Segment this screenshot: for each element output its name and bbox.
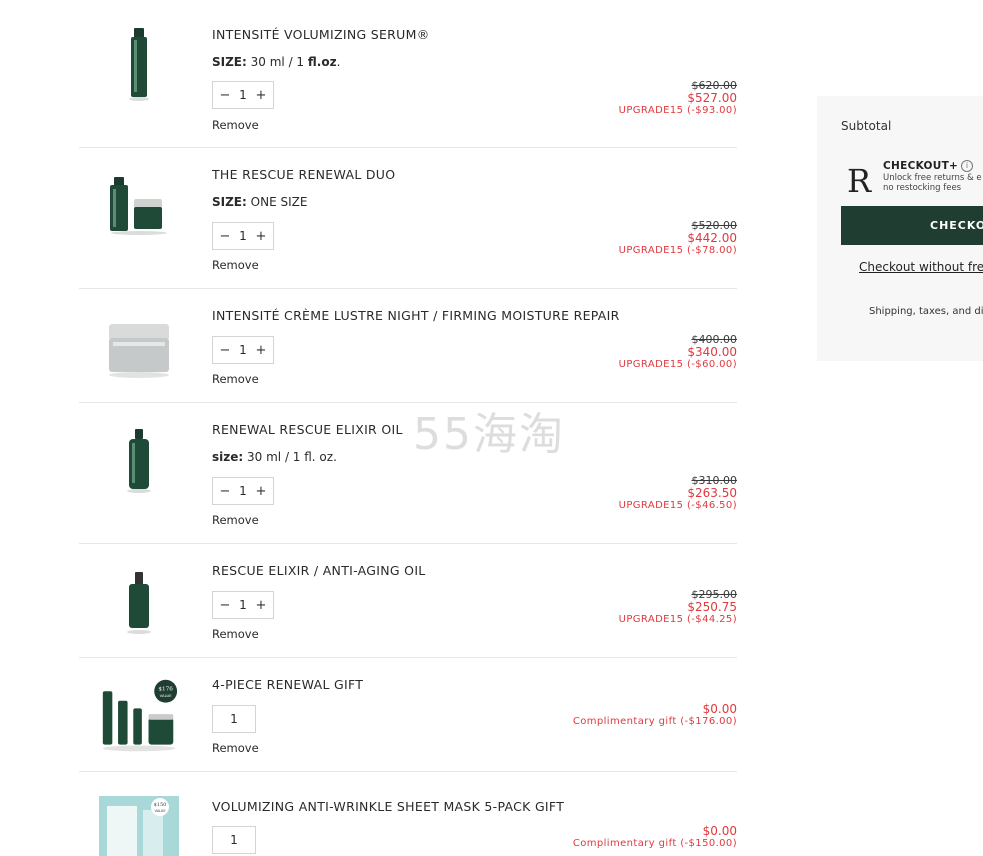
product-image-renewal-rescue-elixir-oil[interactable] xyxy=(99,419,179,499)
order-summary: Subtotal R CHECKOUT+ i Unlock free return… xyxy=(817,96,983,361)
quantity-stepper: − 1 + xyxy=(212,81,274,109)
subtotal-label: Subtotal xyxy=(841,119,892,133)
quantity-stepper: − 1 + xyxy=(212,222,274,250)
increase-quantity-button[interactable]: + xyxy=(255,343,267,358)
complimentary-gift-note: Complimentary gift (-$150.00) xyxy=(572,838,737,849)
product-image-rescue-elixir-anti-aging-oil[interactable] xyxy=(99,561,179,641)
cart-item: INTENSITÉ VOLUMIZING SERUM® SIZE: 30 ml … xyxy=(79,0,737,148)
product-image-4-piece-renewal-gift[interactable]: $176 VALUE xyxy=(99,676,179,756)
gift-value-badge: $150 xyxy=(154,802,167,808)
product-image-creme-lustre-night[interactable] xyxy=(99,307,179,387)
price-block: $295.00 $250.75 UPGRADE15 (-$44.25) xyxy=(619,589,737,626)
cart-item: THE RESCUE RENEWAL DUO SIZE: ONE SIZE − … xyxy=(79,148,737,289)
price-block: $620.00 $527.00 UPGRADE15 (-$93.00) xyxy=(619,80,737,117)
product-image-sheet-mask-gift[interactable]: $150 VALUE xyxy=(99,796,179,856)
increase-quantity-button[interactable]: + xyxy=(255,484,267,499)
product-title[interactable]: VOLUMIZING ANTI-WRINKLE SHEET MASK 5-PAC… xyxy=(212,799,564,814)
checkout-button[interactable]: CHECKO xyxy=(841,206,983,245)
product-title[interactable]: THE RESCUE RENEWAL DUO xyxy=(212,167,395,182)
sale-price: $527.00 xyxy=(687,91,737,105)
remove-link[interactable]: Remove xyxy=(212,513,259,527)
quantity-stepper: − 1 + xyxy=(212,336,274,364)
gift-value-badge: $176 xyxy=(158,686,173,692)
product-image-volumizing-serum[interactable] xyxy=(99,24,179,104)
quantity-value[interactable]: 1 xyxy=(239,598,247,612)
cart-item: $176 VALUE 4-PIECE RENEWAL GIFT 1 Remove… xyxy=(79,658,737,772)
decrease-quantity-button[interactable]: − xyxy=(219,88,231,103)
shipping-note: Shipping, taxes, and di xyxy=(869,306,983,317)
gift-value-badge-label: VALUE xyxy=(154,809,165,813)
discount-code: UPGRADE15 (-$93.00) xyxy=(618,105,737,116)
cart-item: RESCUE ELIXIR / ANTI-AGING OIL − 1 + Rem… xyxy=(79,544,737,658)
sale-price: $442.00 xyxy=(687,231,737,245)
gift-quantity: 1 xyxy=(212,705,256,733)
quantity-value[interactable]: 1 xyxy=(239,229,247,243)
increase-quantity-button[interactable]: + xyxy=(255,88,267,103)
cart-item: RENEWAL RESCUE ELIXIR OIL size: 30 ml / … xyxy=(79,403,737,544)
info-icon[interactable]: i xyxy=(961,160,974,172)
checkout-plus-description: Unlock free returns & e no restocking fe… xyxy=(883,173,982,193)
discount-code: UPGRADE15 (-$78.00) xyxy=(618,245,737,256)
price-block: $310.00 $263.50 UPGRADE15 (-$46.50) xyxy=(619,475,737,512)
checkout-plus-title: CHECKOUT+ i xyxy=(883,160,974,172)
product-size: size: 30 ml / 1 fl. oz. xyxy=(212,450,337,464)
checkout-plus-logo: R xyxy=(847,162,872,200)
gift-value-badge-label: VALUE xyxy=(160,693,173,698)
cart-item: INTENSITÉ CRÈME LUSTRE NIGHT / FIRMING M… xyxy=(79,289,737,403)
decrease-quantity-button[interactable]: − xyxy=(219,229,231,244)
sale-price: $0.00 xyxy=(702,824,737,838)
price-block: $0.00 Complimentary gift (-$150.00) xyxy=(573,825,737,850)
discount-code: UPGRADE15 (-$44.25) xyxy=(618,614,737,625)
sale-price: $250.75 xyxy=(687,600,737,614)
quantity-value[interactable]: 1 xyxy=(239,343,247,357)
price-block: $0.00 Complimentary gift (-$176.00) xyxy=(573,703,737,728)
product-title[interactable]: 4-PIECE RENEWAL GIFT xyxy=(212,677,363,692)
increase-quantity-button[interactable]: + xyxy=(255,598,267,613)
sale-price: $0.00 xyxy=(702,702,737,716)
increase-quantity-button[interactable]: + xyxy=(255,229,267,244)
price-block: $400.00 $340.00 UPGRADE15 (-$60.00) xyxy=(619,334,737,371)
checkout-without-link[interactable]: Checkout without fre xyxy=(859,260,983,274)
remove-link[interactable]: Remove xyxy=(212,627,259,641)
quantity-stepper: − 1 + xyxy=(212,477,274,505)
decrease-quantity-button[interactable]: − xyxy=(219,484,231,499)
quantity-stepper: − 1 + xyxy=(212,591,274,619)
complimentary-gift-note: Complimentary gift (-$176.00) xyxy=(572,716,737,727)
discount-code: UPGRADE15 (-$46.50) xyxy=(618,500,737,511)
gift-quantity: 1 xyxy=(212,826,256,854)
discount-code: UPGRADE15 (-$60.00) xyxy=(618,359,737,370)
quantity-value[interactable]: 1 xyxy=(239,484,247,498)
product-title[interactable]: RESCUE ELIXIR / ANTI-AGING OIL xyxy=(212,563,426,578)
product-title[interactable]: INTENSITÉ VOLUMIZING SERUM® xyxy=(212,27,430,42)
product-size: SIZE: ONE SIZE xyxy=(212,195,308,209)
product-image-rescue-renewal-duo[interactable] xyxy=(99,164,179,244)
product-size: SIZE: 30 ml / 1 fl.oz. xyxy=(212,55,341,69)
product-title[interactable]: RENEWAL RESCUE ELIXIR OIL xyxy=(212,422,403,437)
sale-price: $340.00 xyxy=(687,345,737,359)
remove-link[interactable]: Remove xyxy=(212,258,259,272)
remove-link[interactable]: Remove xyxy=(212,741,259,755)
product-title[interactable]: INTENSITÉ CRÈME LUSTRE NIGHT / FIRMING M… xyxy=(212,308,620,323)
remove-link[interactable]: Remove xyxy=(212,118,259,132)
decrease-quantity-button[interactable]: − xyxy=(219,598,231,613)
quantity-value[interactable]: 1 xyxy=(239,88,247,102)
remove-link[interactable]: Remove xyxy=(212,372,259,386)
sale-price: $263.50 xyxy=(687,486,737,500)
decrease-quantity-button[interactable]: − xyxy=(219,343,231,358)
cart-item: $150 VALUE VOLUMIZING ANTI-WRINKLE SHEET… xyxy=(79,772,737,856)
price-block: $520.00 $442.00 UPGRADE15 (-$78.00) xyxy=(619,220,737,257)
